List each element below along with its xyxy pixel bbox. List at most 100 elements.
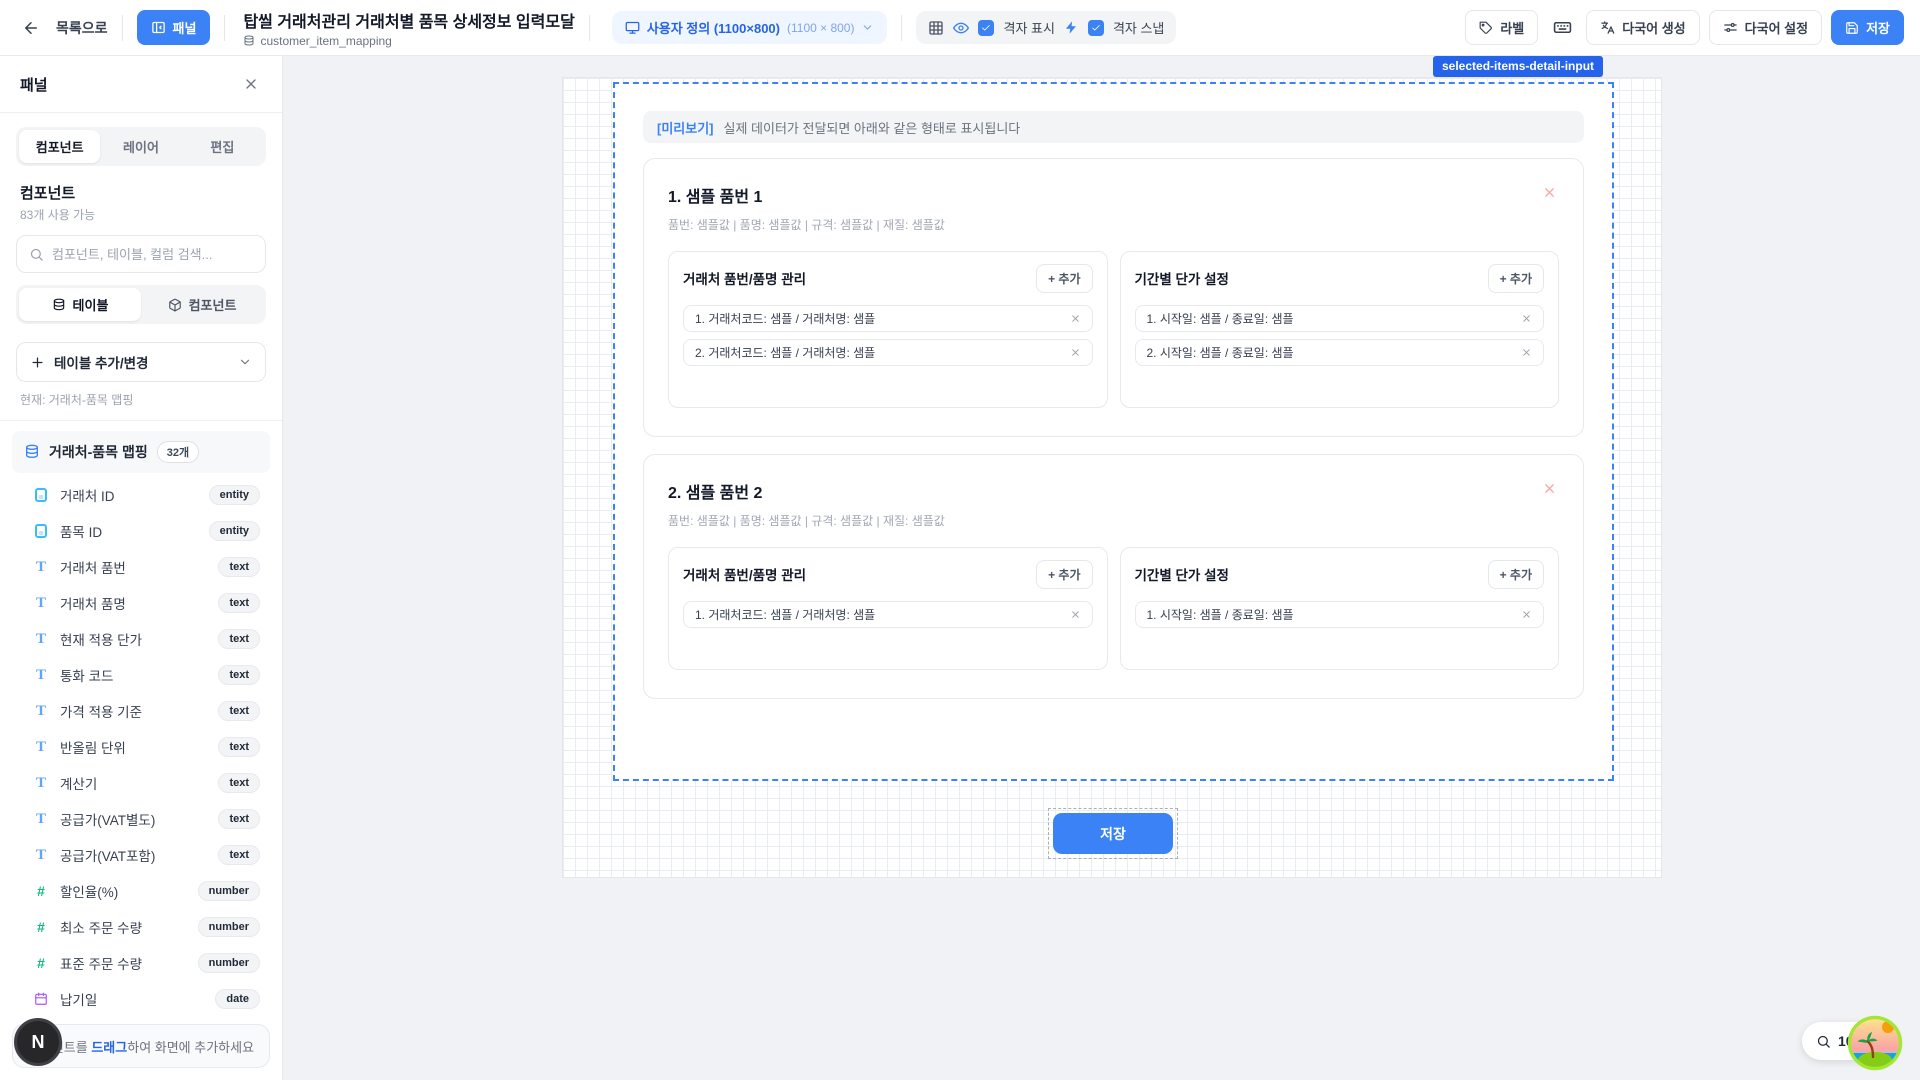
close-icon xyxy=(1070,609,1081,620)
field-list: 거래처 ID entity 품목 ID entity T 거래처 품번 text… xyxy=(0,473,282,1053)
save-component-outline[interactable]: 저장 xyxy=(1048,808,1178,859)
chevron-down-icon xyxy=(861,21,874,34)
search-icon xyxy=(29,247,44,262)
field-row[interactable]: 거래처 ID entity xyxy=(12,477,270,513)
field-row[interactable]: # 표준 주문 수량 number xyxy=(12,945,270,981)
list-item: 1. 시작일: 샘플 / 종료일: 샘플 xyxy=(1135,601,1545,628)
panel-title: 기간별 단가 설정 xyxy=(1135,564,1229,584)
monitor-icon xyxy=(625,20,640,35)
add-item-button[interactable]: + 추가 xyxy=(1488,560,1544,589)
panel-toggle-button[interactable]: 패널 xyxy=(137,10,211,45)
database-icon xyxy=(243,35,255,47)
field-row[interactable]: # 할인율(%) number xyxy=(12,873,270,909)
mode-segmented: 테이블 컴포넌트 xyxy=(16,285,266,324)
number-icon: # xyxy=(32,919,50,935)
field-row[interactable]: T 반올림 단위 text xyxy=(12,729,270,765)
field-type-badge: text xyxy=(218,665,260,685)
field-row[interactable]: 품목 ID entity xyxy=(12,513,270,549)
item-card[interactable]: 1. 샘플 품번 1 품번: 샘플값 | 품명: 샘플값 | 규격: 샘플값 |… xyxy=(643,158,1584,437)
field-row[interactable]: T 공급가(VAT별도) text xyxy=(12,801,270,837)
mode-tab-components[interactable]: 컴포넌트 xyxy=(141,288,263,321)
table-group-header[interactable]: 거래처-품목 맵핑 32개 xyxy=(12,431,270,473)
grid-controls: 격자 표시 격자 스냅 xyxy=(916,11,1176,44)
grid-snap-checkbox[interactable] xyxy=(1088,20,1104,36)
selected-component[interactable]: [미리보기] 실제 데이터가 전달되면 아래와 같은 형태로 표시됩니다 1. … xyxy=(613,82,1614,781)
database-icon xyxy=(24,444,40,460)
field-row[interactable]: T 가격 적용 기준 text xyxy=(12,693,270,729)
field-row[interactable]: T 현재 적용 단가 text xyxy=(12,621,270,657)
field-row[interactable]: T 거래처 품번 text xyxy=(12,549,270,585)
text-icon: T xyxy=(32,667,50,684)
item-text: 2. 거래처코드: 샘플 / 거래처명: 샘플 xyxy=(695,344,875,361)
grid-snap-label: 격자 스냅 xyxy=(1113,18,1164,37)
keyboard-icon xyxy=(1553,18,1572,37)
label-button[interactable]: 라벨 xyxy=(1465,10,1538,45)
table-group-name: 거래처-품목 맵핑 xyxy=(49,442,148,462)
panel-sidebar: 패널 컴포넌트 레이어 편집 컴포넌트 83개 사용 가능 테이블 컴포넌트 테… xyxy=(0,56,283,1080)
item-remove-button[interactable] xyxy=(1070,313,1081,324)
viewport-size-dropdown[interactable]: 사용자 정의 (1100×800) (1100 × 800) xyxy=(612,11,888,44)
item-card[interactable]: 2. 샘플 품번 2 품번: 샘플값 | 품명: 샘플값 | 규격: 샘플값 |… xyxy=(643,454,1584,699)
add-item-button[interactable]: + 추가 xyxy=(1036,264,1092,293)
artboard[interactable]: [미리보기] 실제 데이터가 전달되면 아래와 같은 형태로 표시됩니다 1. … xyxy=(562,77,1662,878)
card-title: 2. 샘플 품번 2 xyxy=(668,479,762,503)
n-logo-button[interactable]: N xyxy=(14,1018,62,1066)
tab-components[interactable]: 컴포넌트 xyxy=(19,130,100,163)
preview-save-button[interactable]: 저장 xyxy=(1053,813,1173,854)
add-item-button[interactable]: + 추가 xyxy=(1488,264,1544,293)
item-remove-button[interactable] xyxy=(1070,347,1081,358)
sidebar-close-button[interactable] xyxy=(240,73,262,95)
save-button[interactable]: 저장 xyxy=(1831,10,1904,45)
tab-edit[interactable]: 편집 xyxy=(182,130,263,163)
close-icon xyxy=(1521,313,1532,324)
eye-icon xyxy=(953,20,969,36)
title-block: 탑씰 거래처관리 거래처별 품목 상세정보 입력모달 customer_item… xyxy=(243,8,574,48)
sub-panel: 기간별 단가 설정 + 추가 1. 시작일: 샘플 / 종료일: 샘플 2. 시… xyxy=(1120,251,1560,408)
card-close-button[interactable] xyxy=(1540,183,1559,202)
sub-panel: 거래처 품번/품명 관리 + 추가 1. 거래처코드: 샘플 / 거래처명: 샘… xyxy=(668,547,1108,670)
date-icon xyxy=(32,992,50,1006)
item-text: 1. 거래처코드: 샘플 / 거래처명: 샘플 xyxy=(695,310,875,327)
card-close-button[interactable] xyxy=(1540,479,1559,498)
tag-icon xyxy=(1479,21,1493,35)
close-icon xyxy=(1070,347,1081,358)
grid-show-checkbox[interactable] xyxy=(978,20,994,36)
sliders-icon xyxy=(1723,20,1738,35)
item-remove-button[interactable] xyxy=(1521,347,1532,358)
field-row[interactable]: # 최소 주문 수량 number xyxy=(12,909,270,945)
item-remove-button[interactable] xyxy=(1521,609,1532,620)
field-type-badge: text xyxy=(218,629,260,649)
sub-panel: 기간별 단가 설정 + 추가 1. 시작일: 샘플 / 종료일: 샘플 xyxy=(1120,547,1560,670)
add-table-dropdown[interactable]: 테이블 추가/변경 xyxy=(16,342,266,382)
island-sticker-icon xyxy=(1847,1015,1903,1071)
text-icon: T xyxy=(32,811,50,828)
add-item-button[interactable]: + 추가 xyxy=(1036,560,1092,589)
text-icon: T xyxy=(32,631,50,648)
cards-container: 1. 샘플 품번 1 품번: 샘플값 | 품명: 샘플값 | 규격: 샘플값 |… xyxy=(643,158,1584,699)
field-type-badge: text xyxy=(218,701,260,721)
close-icon xyxy=(1542,185,1557,200)
editor-canvas[interactable]: selected-items-detail-input [미리보기] 실제 데이… xyxy=(283,56,1920,1080)
tab-layers[interactable]: 레이어 xyxy=(100,130,181,163)
i18n-generate-button[interactable]: 다국어 생성 xyxy=(1586,10,1699,45)
item-text: 1. 시작일: 샘플 / 종료일: 샘플 xyxy=(1147,606,1294,623)
mode-tab-tables[interactable]: 테이블 xyxy=(19,288,141,321)
back-to-list-button[interactable]: 목록으로 xyxy=(56,18,108,38)
field-type-badge: text xyxy=(218,845,260,865)
search-input[interactable] xyxy=(52,247,253,262)
sidebar-title: 패널 xyxy=(20,74,48,95)
keyboard-shortcuts-button[interactable] xyxy=(1547,13,1577,43)
field-row[interactable]: T 통화 코드 text xyxy=(12,657,270,693)
field-row[interactable]: T 거래처 품명 text xyxy=(12,585,270,621)
back-button[interactable] xyxy=(16,13,46,43)
i18n-settings-button[interactable]: 다국어 설정 xyxy=(1709,10,1822,45)
current-table-label: 현재: 거래처-품목 맵핑 xyxy=(20,391,262,408)
field-row[interactable]: T 공급가(VAT포함) text xyxy=(12,837,270,873)
close-icon xyxy=(243,76,259,92)
item-remove-button[interactable] xyxy=(1521,313,1532,324)
field-type-badge: date xyxy=(215,989,260,1009)
text-icon: T xyxy=(32,847,50,864)
field-row[interactable]: 납기일 date xyxy=(12,981,270,1017)
item-remove-button[interactable] xyxy=(1070,609,1081,620)
field-row[interactable]: T 계산기 text xyxy=(12,765,270,801)
